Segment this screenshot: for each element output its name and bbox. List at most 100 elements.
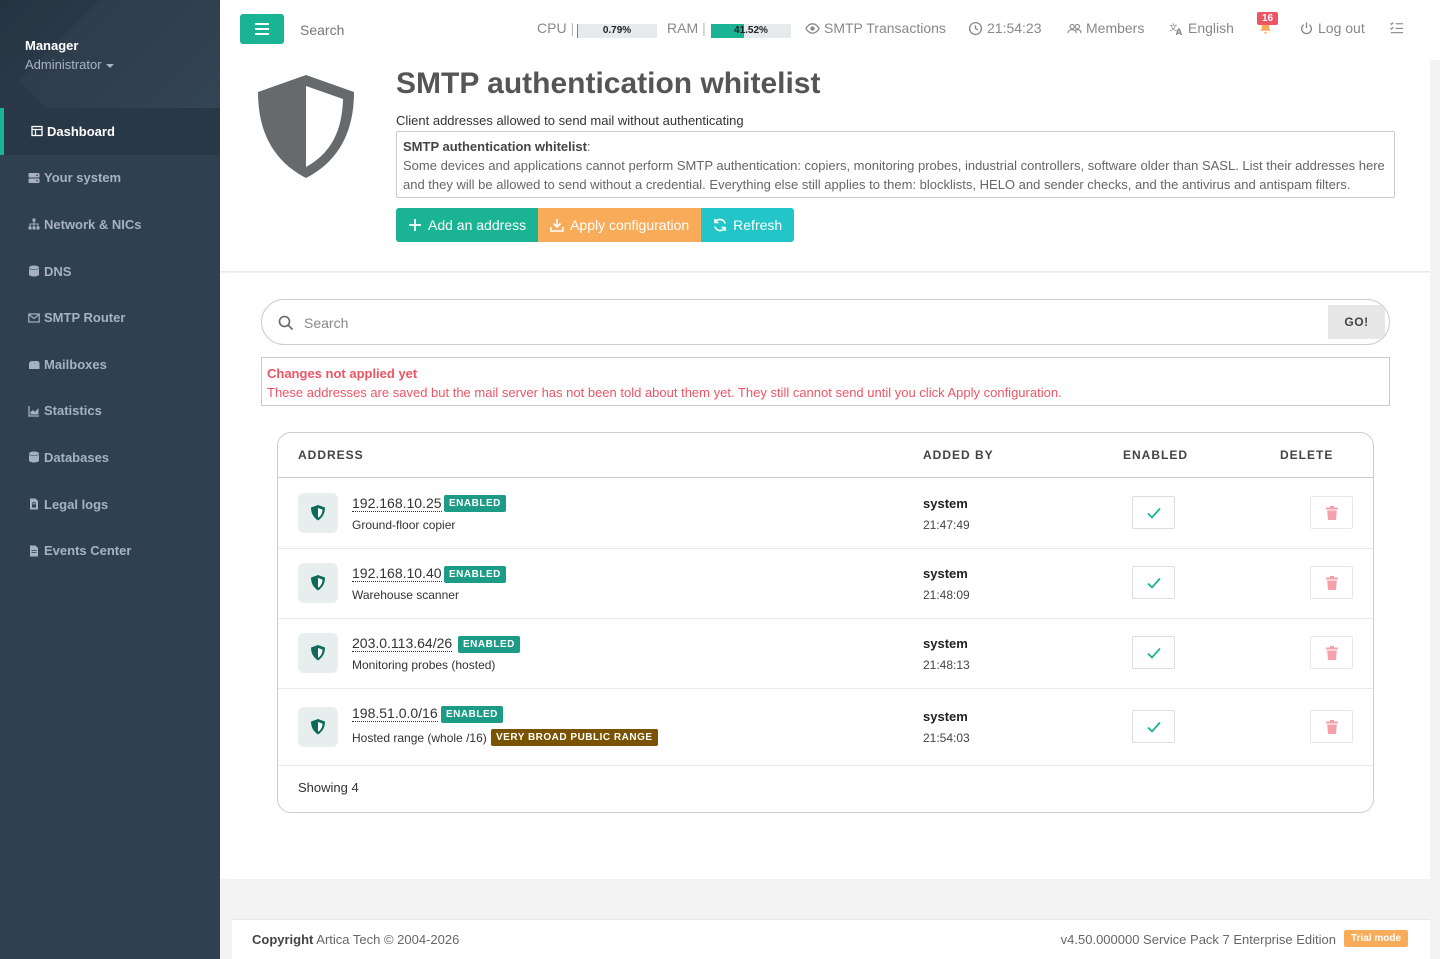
dashboard-icon	[31, 125, 43, 137]
mailbox-icon	[28, 358, 40, 370]
sidebar-item-statistics[interactable]: Statistics	[0, 388, 220, 435]
added-by: system	[923, 496, 968, 511]
table-row: 198.51.0.0/16 ENABLED Hosted range (whol…	[278, 689, 1373, 766]
plus-icon	[409, 219, 421, 231]
refresh-icon	[714, 218, 726, 232]
language-icon: 文A	[1169, 22, 1183, 36]
sidebar-item-label: Databases	[44, 449, 110, 465]
enabled-toggle[interactable]	[1132, 636, 1175, 669]
apply-configuration-button[interactable]: Apply configuration	[538, 208, 702, 242]
smtp-transactions-link[interactable]: SMTP Transactions	[805, 20, 946, 36]
page-subtitle: Client addresses allowed to send mail wi…	[396, 113, 744, 128]
cpu-value: 0.79%	[602, 25, 632, 36]
address-link[interactable]: 203.0.113.64/26	[352, 635, 453, 652]
logout-label: Log out	[1318, 20, 1365, 36]
enabled-toggle[interactable]	[1132, 566, 1175, 599]
sidebar-item-dns[interactable]: DNS	[0, 248, 220, 295]
svg-text:A: A	[1176, 27, 1183, 36]
sidebar-item-legal-logs[interactable]: Legal logs	[0, 481, 220, 528]
enabled-badge: ENABLED	[458, 636, 520, 653]
apply-configuration-label: Apply configuration	[570, 217, 690, 233]
enabled-badge: ENABLED	[444, 566, 506, 583]
column-header-address[interactable]: ADDRESS	[298, 448, 364, 462]
sidebar-item-label: Network & NICs	[44, 216, 142, 232]
sidebar-item-your-system[interactable]: Your system	[0, 155, 220, 202]
table-search: GO!	[261, 299, 1390, 345]
sidebar-item-label: Mailboxes	[44, 356, 107, 372]
broad-range-warning-badge: VERY BROAD PUBLIC RANGE	[491, 729, 658, 746]
eye-icon	[805, 22, 820, 34]
trash-icon	[1325, 575, 1338, 590]
members-label: Members	[1086, 20, 1145, 36]
sidebar-item-label: Dashboard	[47, 123, 115, 139]
members-link[interactable]: Members	[1067, 20, 1144, 36]
top-search-input[interactable]	[300, 20, 500, 40]
language-selector[interactable]: 文A English	[1169, 20, 1234, 36]
go-button[interactable]: GO!	[1328, 305, 1385, 339]
notifications-count-badge: 16	[1257, 12, 1279, 25]
trial-mode-badge: Trial mode	[1343, 930, 1408, 947]
delete-button[interactable]	[1310, 566, 1353, 599]
sidebar-item-network[interactable]: Network & NICs	[0, 201, 220, 248]
enabled-badge: ENABLED	[441, 706, 503, 723]
sidebar-item-label: Legal logs	[44, 496, 109, 512]
table-search-input[interactable]	[304, 312, 1304, 334]
table-header: ADDRESS ADDED BY ENABLED DELETE	[278, 433, 1373, 478]
user-role-dropdown[interactable]: Administrator	[25, 57, 114, 72]
trash-icon	[1325, 505, 1338, 520]
sidebar: Manager Administrator Dashboard Your sys…	[0, 0, 220, 959]
sidebar-item-mailboxes[interactable]: Mailboxes	[0, 341, 220, 388]
task-list-icon	[1390, 21, 1404, 34]
column-header-enabled[interactable]: ENABLED	[1123, 448, 1188, 462]
refresh-button[interactable]: Refresh	[701, 208, 795, 242]
address-link[interactable]: 192.168.10.25	[352, 495, 442, 512]
users-icon	[1067, 23, 1082, 33]
added-time: 21:48:09	[923, 588, 970, 602]
user-profile: Manager Administrator	[0, 0, 220, 108]
shield-icon	[298, 493, 338, 533]
file-lock-icon	[28, 498, 40, 510]
row-count: Showing 4	[298, 780, 359, 795]
add-address-button[interactable]: Add an address	[396, 208, 539, 242]
search-icon	[278, 315, 294, 331]
database-icon	[28, 451, 40, 463]
enabled-toggle[interactable]	[1132, 496, 1175, 529]
check-icon	[1146, 647, 1161, 659]
user-role-label: Administrator	[25, 57, 102, 72]
page-header: SMTP authentication whitelist Client add…	[220, 60, 1430, 272]
column-header-delete: DELETE	[1280, 448, 1334, 462]
alert-title: Changes not applied yet	[267, 366, 418, 381]
menu-toggle-button[interactable]	[240, 14, 284, 44]
changes-not-applied-alert: Changes not applied yet These addresses …	[261, 357, 1390, 406]
sidebar-item-events-center[interactable]: Events Center	[0, 527, 220, 574]
delete-button[interactable]	[1310, 496, 1353, 529]
envelope-icon	[28, 312, 40, 324]
trash-icon	[1325, 645, 1338, 660]
logout-button[interactable]: Log out	[1299, 20, 1365, 36]
copyright-label: Copyright	[252, 932, 314, 947]
language-label: English	[1188, 20, 1234, 36]
tasks-button[interactable]	[1389, 20, 1404, 35]
address-description: Ground-floor copier	[352, 518, 456, 532]
shield-icon	[298, 563, 338, 603]
address-description: Warehouse scanner	[352, 588, 459, 602]
caret-down-icon	[105, 63, 114, 68]
ram-label-text: RAM	[667, 20, 699, 36]
enabled-badge: ENABLED	[444, 495, 506, 512]
sidebar-item-dashboard[interactable]: Dashboard	[0, 108, 220, 155]
ram-meter: 41.52%	[711, 24, 791, 38]
delete-button[interactable]	[1310, 710, 1353, 743]
delete-button[interactable]	[1310, 636, 1353, 669]
file-icon	[28, 545, 40, 557]
address-link[interactable]: 198.51.0.0/16	[352, 705, 438, 722]
sidebar-item-smtp-router[interactable]: SMTP Router	[0, 294, 220, 341]
cpu-label: CPU |	[537, 20, 574, 36]
sidebar-item-databases[interactable]: Databases	[0, 434, 220, 481]
sidebar-item-label: Events Center	[44, 543, 132, 559]
sidebar-item-label: Your system	[44, 170, 122, 186]
table-row: 192.168.10.25 ENABLED Ground-floor copie…	[278, 478, 1373, 549]
added-by: system	[923, 566, 968, 581]
address-link[interactable]: 192.168.10.40	[352, 565, 442, 582]
enabled-toggle[interactable]	[1132, 710, 1175, 743]
column-header-added-by[interactable]: ADDED BY	[923, 448, 994, 462]
